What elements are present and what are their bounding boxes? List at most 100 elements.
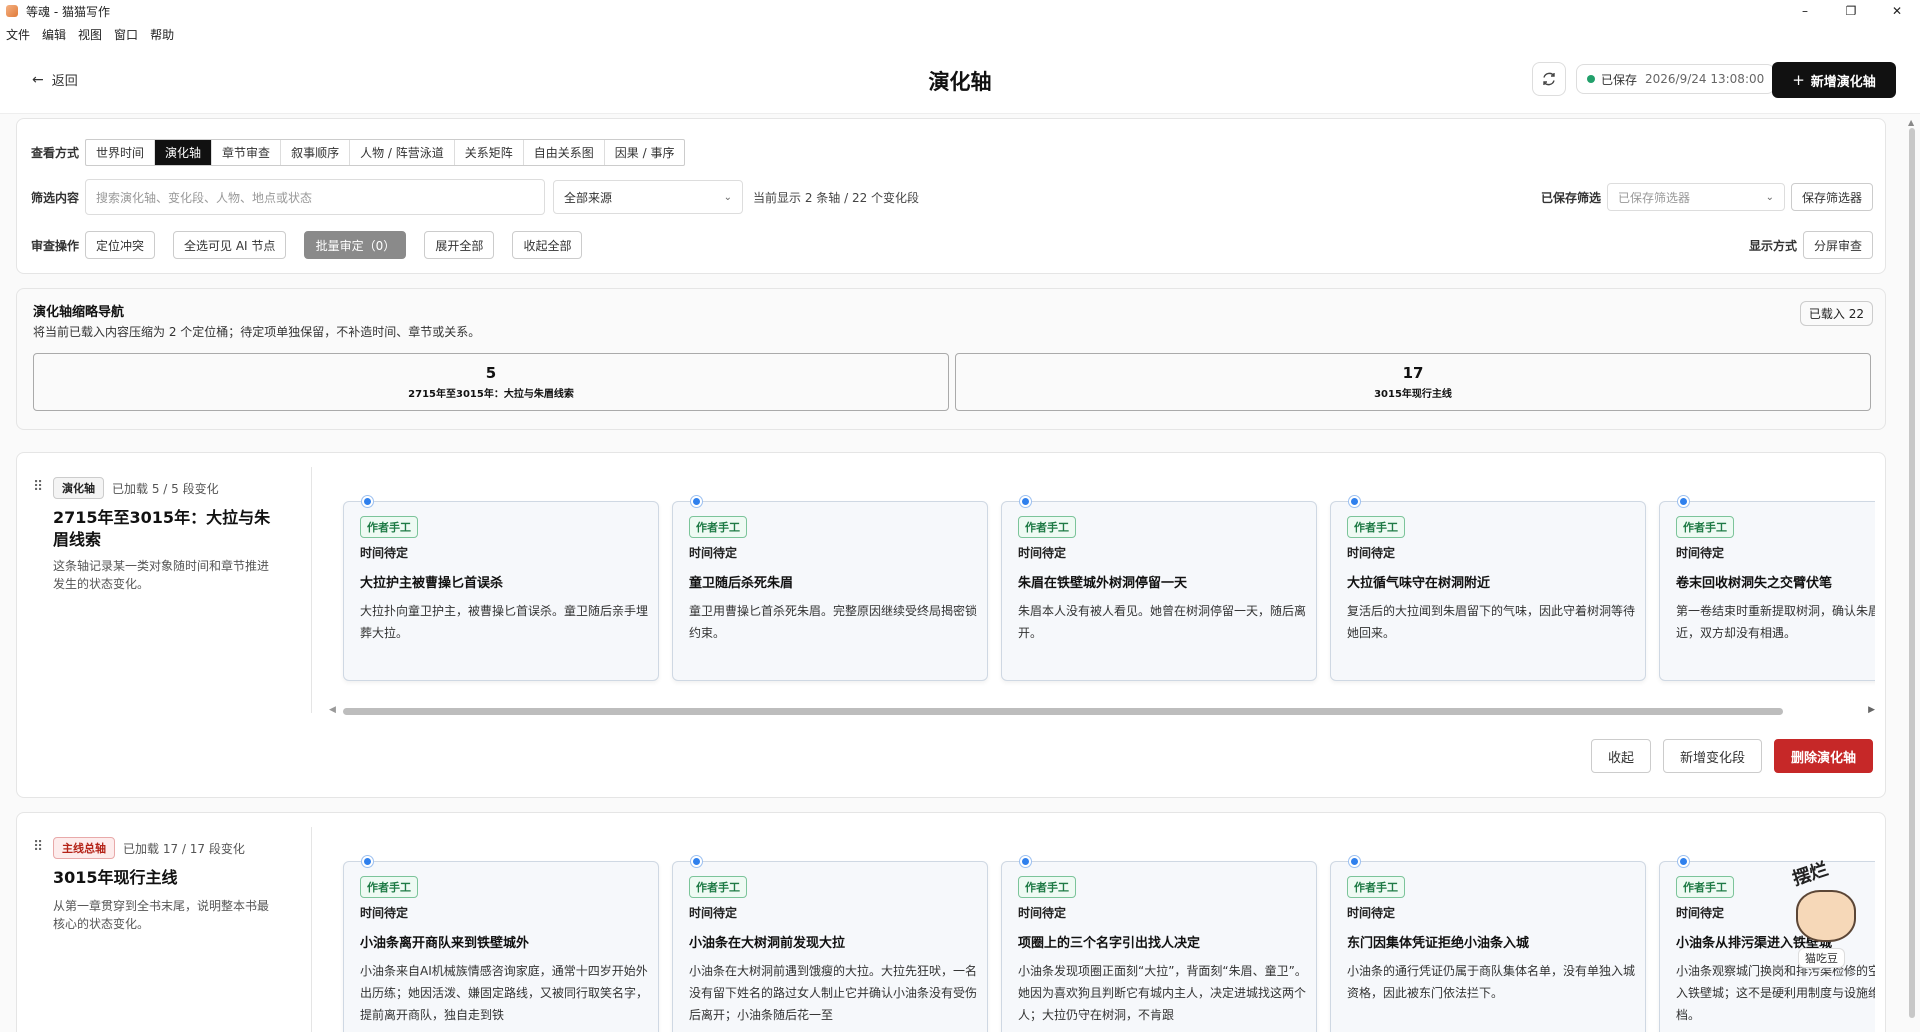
axis-type-tag: 主线总轴 <box>53 837 115 859</box>
expand-all-button[interactable]: 展开全部 <box>424 231 495 259</box>
segment-time: 时间待定 <box>360 546 409 560</box>
segment-body: 童卫用曹操匕首杀死朱眉。完整原因继续受终局揭密锁约束。 <box>689 604 978 640</box>
tab-free-graph[interactable]: 自由关系图 <box>524 140 605 165</box>
scroll-right-icon[interactable]: ▶ <box>1868 705 1875 715</box>
segment-track: 作者手工 时间待定 小油条离开商队来到铁壁城外 小油条来自AI机械族情感咨询家庭… <box>329 855 1875 1032</box>
tab-character-lanes[interactable]: 人物 / 阵营泳道 <box>350 140 455 165</box>
axis-loaded-count: 已加载 5 / 5 段变化 <box>112 481 219 496</box>
segment-time: 时间待定 <box>1018 906 1067 920</box>
saved-filters-placeholder: 已保存筛选器 <box>1617 190 1690 205</box>
tab-world-time[interactable]: 世界时间 <box>86 140 156 165</box>
timeline-node-icon <box>1020 496 1031 507</box>
segment-title: 大拉护主被曹操匕首误杀 <box>360 576 504 591</box>
segment-body: 朱眉本人没有被人看见。她曾在树洞停留一天，随后离开。 <box>1018 604 1307 640</box>
split-review-button[interactable]: 分屏审查 <box>1802 231 1873 259</box>
source-select[interactable]: 全部来源 ⌄ <box>553 180 744 214</box>
tab-chapter-review[interactable]: 章节审查 <box>212 140 282 165</box>
timeline-node-icon <box>362 496 373 507</box>
loaded-badge: 已载入 22 <box>1799 301 1873 326</box>
saved-time: 2026/9/24 13:08:00 <box>1645 72 1765 86</box>
view-mode-tabs: 世界时间 演化轴 章节审查 叙事顺序 人物 / 阵营泳道 关系矩阵 自由关系图 … <box>85 139 686 166</box>
source-badge: 作者手工 <box>360 876 418 898</box>
search-input[interactable]: 搜索演化轴、变化段、人物、地点或状态 <box>85 179 546 215</box>
tab-narrative-order[interactable]: 叙事顺序 <box>281 140 351 165</box>
display-mode-label: 显示方式 <box>1748 238 1797 253</box>
menu-window[interactable]: 窗口 <box>114 26 138 43</box>
drag-handle-icon[interactable]: ⠿ <box>33 479 43 495</box>
segment-time: 时间待定 <box>1676 546 1725 560</box>
menu-view[interactable]: 视图 <box>78 26 102 43</box>
minimize-button[interactable]: – <box>1782 0 1828 22</box>
segment-card[interactable]: 作者手工 时间待定 大拉循气味守在树洞附近 复活后的大拉闻到朱眉留下的气味，因此… <box>1330 496 1646 681</box>
collapse-button[interactable]: 收起 <box>1590 739 1651 773</box>
filter-label: 筛选内容 <box>31 190 80 205</box>
locate-conflicts-button[interactable]: 定位冲突 <box>85 231 156 259</box>
scroll-left-icon[interactable]: ◀ <box>329 705 336 715</box>
source-badge: 作者手工 <box>360 516 418 538</box>
axis-name: 3015年现行主线 <box>53 868 178 887</box>
vertical-scrollbar-thumb[interactable] <box>1909 128 1915 1018</box>
scroll-up-icon[interactable]: ▲ <box>1908 118 1914 127</box>
refresh-button[interactable] <box>1532 62 1566 96</box>
source-badge: 作者手工 <box>1018 516 1076 538</box>
save-filter-button[interactable]: 保存筛选器 <box>1790 183 1873 211</box>
batch-approve-button[interactable]: 批量审定（0） <box>304 231 407 259</box>
plus-icon: + <box>1792 71 1805 89</box>
axis-type-tag: 演化轴 <box>53 477 104 499</box>
tab-evolution-axis[interactable]: 演化轴 <box>155 140 213 165</box>
source-badge: 作者手工 <box>1347 876 1405 898</box>
segment-title: 小油条离开商队来到铁壁城外 <box>360 936 530 951</box>
vertical-scrollbar[interactable]: ▲ <box>1906 118 1918 1032</box>
refresh-icon <box>1543 72 1555 86</box>
status-dot-icon <box>1587 75 1595 83</box>
segment-title: 童卫随后杀死朱眉 <box>689 576 794 591</box>
add-segment-button[interactable]: 新增变化段 <box>1662 739 1762 773</box>
collapse-all-button[interactable]: 收起全部 <box>512 231 583 259</box>
display-mode-group: 显示方式 分屏审查 <box>1749 231 1873 259</box>
segment-card[interactable]: 作者手工 时间待定 小油条离开商队来到铁壁城外 小油条来自AI机械族情感咨询家庭… <box>343 856 659 1032</box>
menu-bar: 文件 编辑 视图 窗口 帮助 <box>0 22 1920 46</box>
segment-card[interactable]: 作者手工 时间待定 朱眉在铁壁城外树洞停留一天 朱眉本人没有被人看见。她曾在树洞… <box>1001 496 1317 681</box>
saved-filters-select[interactable]: 已保存筛选器 ⌄ <box>1606 183 1785 211</box>
cat-icon <box>1796 890 1856 942</box>
tab-causality[interactable]: 因果 / 事序 <box>605 140 685 165</box>
segment-time: 时间待定 <box>689 906 738 920</box>
segment-time: 时间待定 <box>1676 906 1725 920</box>
nav-bucket[interactable]: 17 3015年现行主线 <box>955 353 1871 411</box>
bucket-label: 3015年现行主线 <box>1374 389 1452 400</box>
segment-card[interactable]: 作者手工 时间待定 童卫随后杀死朱眉 童卫用曹操匕首杀死朱眉。完整原因继续受终局… <box>672 496 988 681</box>
segment-time: 时间待定 <box>1018 546 1067 560</box>
segment-card[interactable]: 作者手工 时间待定 东门因集体凭证拒绝小油条入城 小油条的通行凭证仍属于商队集体… <box>1330 856 1646 1032</box>
filter-row: 筛选内容 搜索演化轴、变化段、人物、地点或状态 全部来源 ⌄ 当前显示 2 条轴… <box>31 179 1873 215</box>
segment-body: 小油条的通行凭证仍属于商队集体名单，没有单独入城资格，因此被东门依法拦下。 <box>1347 964 1636 1000</box>
scrollbar-thumb[interactable] <box>343 708 1783 715</box>
segment-title: 项圈上的三个名字引出找人决定 <box>1018 936 1201 951</box>
new-axis-button[interactable]: + 新增演化轴 <box>1772 62 1896 98</box>
segment-body: 小油条观察城门换岗和排污渠检修的空隙，从排污渠进入铁壁城；这不是硬利用制度与设施… <box>1676 964 1875 1022</box>
segment-title: 朱眉在铁壁城外树洞停留一天 <box>1018 576 1188 591</box>
review-row: 审查操作 定位冲突 全选可见 AI 节点 批量审定（0） 展开全部 收起全部 显… <box>31 231 1873 259</box>
segment-card[interactable]: 作者手工 时间待定 小油条在大树洞前发现大拉 小油条在大树洞前遇到饿瘦的大拉。大… <box>672 856 988 1032</box>
menu-help[interactable]: 帮助 <box>150 26 174 43</box>
horizontal-scrollbar[interactable]: ◀ ▶ <box>329 705 1875 717</box>
segment-card[interactable]: 作者手工 时间待定 项圈上的三个名字引出找人决定 小油条发现项圈正面刻“大拉”，… <box>1001 856 1317 1032</box>
bucket-count: 5 <box>485 364 497 382</box>
tab-relation-matrix[interactable]: 关系矩阵 <box>455 140 524 165</box>
menu-edit[interactable]: 编辑 <box>42 26 66 43</box>
maximize-button[interactable]: ❐ <box>1828 0 1874 22</box>
mascot-text: 摆烂 <box>1790 858 1831 890</box>
delete-axis-button[interactable]: 删除演化轴 <box>1773 739 1873 773</box>
nav-bucket[interactable]: 5 2715年至3015年：大拉与朱眉线索 <box>33 353 949 411</box>
saved-label: 已保存 <box>1601 72 1638 87</box>
mascot[interactable]: 摆烂 猫吃豆 <box>1780 859 1872 968</box>
menu-file[interactable]: 文件 <box>6 26 30 43</box>
axis-nav-panel: 演化轴缩略导航 将当前已载入内容压缩为 2 个定位桶；待定项单独保留，不补造时间… <box>16 288 1886 430</box>
close-window-button[interactable]: ✕ <box>1874 0 1920 22</box>
select-all-ai-button[interactable]: 全选可见 AI 节点 <box>173 231 287 259</box>
save-status: 已保存 2026/9/24 13:08:00 <box>1576 64 1776 94</box>
segment-card[interactable]: 作者手工 时间待定 大拉护主被曹操匕首误杀 大拉扑向童卫护主，被曹操匕首误杀。童… <box>343 496 659 681</box>
display-count: 当前显示 2 条轴 / 22 个变化段 <box>753 190 920 205</box>
segment-card[interactable]: 作者手工 时间待定 卷末回收树洞失之交臂伏笔 第一卷结束时重新提取树洞，确认朱眉… <box>1659 496 1875 681</box>
timeline-node-icon <box>1678 856 1689 867</box>
drag-handle-icon[interactable]: ⠿ <box>33 839 43 855</box>
